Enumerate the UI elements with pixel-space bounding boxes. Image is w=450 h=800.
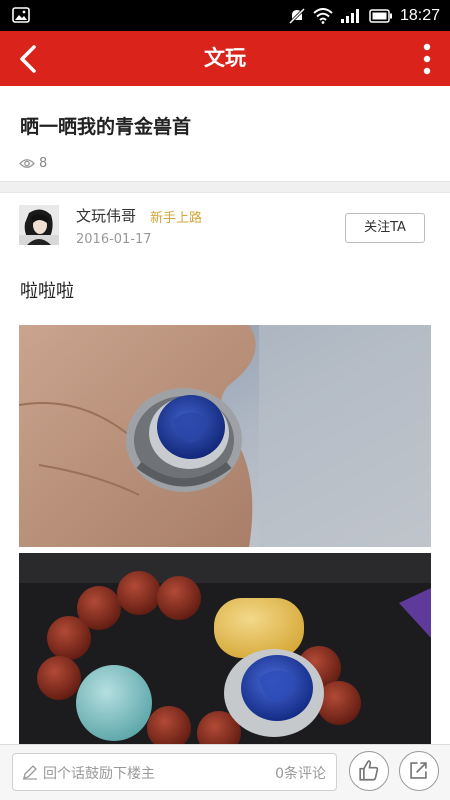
thumbs-up-icon xyxy=(359,760,379,781)
signal-icon xyxy=(340,9,359,23)
share-button[interactable] xyxy=(399,751,439,791)
post-header: 晒一晒我的青金兽首 8 xyxy=(0,86,450,181)
avatar[interactable] xyxy=(19,205,59,245)
section-divider xyxy=(0,181,450,193)
post-photo-bracelet[interactable] xyxy=(19,553,431,753)
clock: 18:27 xyxy=(399,7,440,24)
comment-input[interactable]: 回个话鼓励下楼主 0条评论 xyxy=(12,753,337,791)
share-icon xyxy=(410,762,427,779)
author-row: 文玩伟哥 新手上路 2016-01-17 关注TA xyxy=(0,193,450,258)
bottom-action-bar: 回个话鼓励下楼主 0条评论 xyxy=(0,744,450,800)
battery-icon xyxy=(369,9,392,23)
post-date: 2016-01-17 xyxy=(76,232,152,247)
post-body-text: 啦啦啦 xyxy=(20,281,74,302)
mute-icon xyxy=(288,7,306,25)
status-bar: 18:27 xyxy=(0,0,450,31)
author-level-badge: 新手上路 xyxy=(150,211,203,226)
wifi-icon xyxy=(313,8,333,24)
app-header: 文玩 xyxy=(0,31,450,86)
follow-button[interactable]: 关注TA xyxy=(345,213,425,243)
image-notification-icon xyxy=(12,7,30,23)
eye-icon xyxy=(19,159,35,168)
view-count-value: 8 xyxy=(39,156,48,171)
comment-count: 0条评论 xyxy=(275,766,326,782)
view-count: 8 xyxy=(19,156,47,171)
author-name[interactable]: 文玩伟哥 xyxy=(76,205,136,226)
pencil-icon xyxy=(23,765,37,780)
like-button[interactable] xyxy=(349,751,389,791)
post-photo-ring[interactable] xyxy=(19,325,431,547)
comment-placeholder: 回个话鼓励下楼主 xyxy=(43,766,155,782)
page-title: 文玩 xyxy=(204,46,246,70)
more-vertical-icon[interactable] xyxy=(412,39,442,79)
post-title: 晒一晒我的青金兽首 xyxy=(20,116,192,138)
